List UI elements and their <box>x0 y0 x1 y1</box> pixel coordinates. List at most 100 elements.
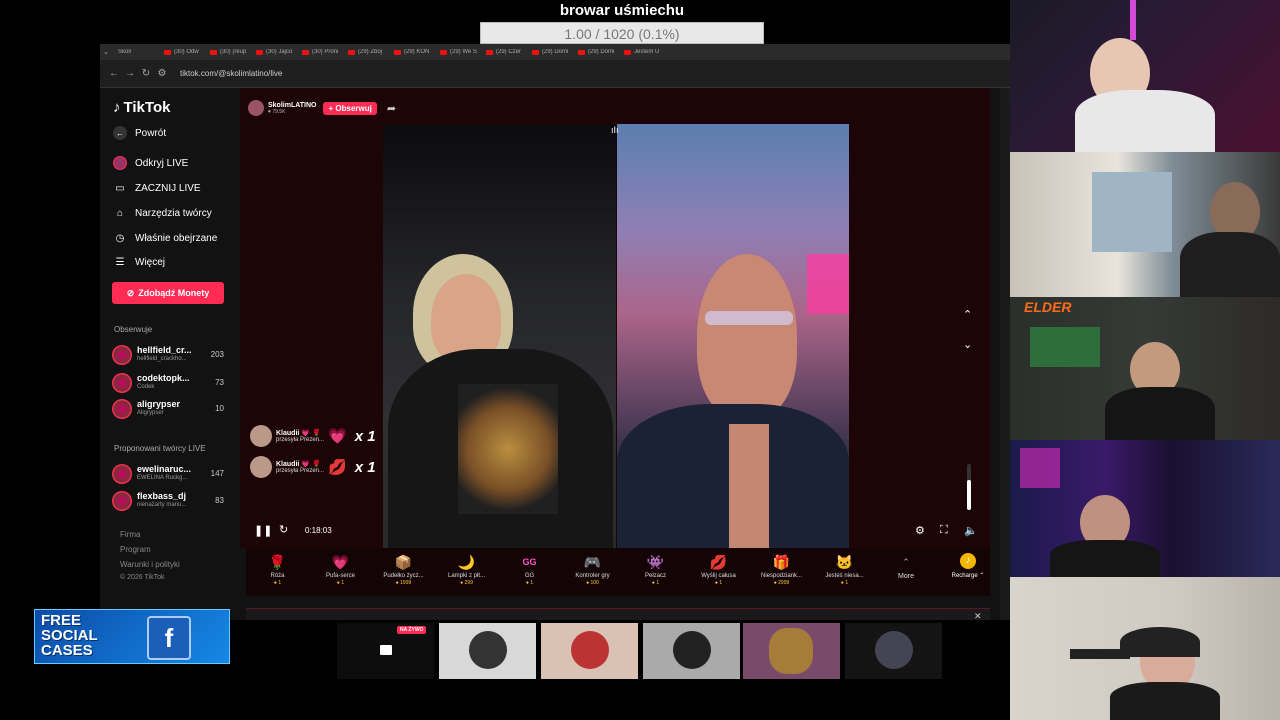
following-account[interactable]: aligrypser Aligrypser 10 <box>112 398 224 420</box>
host-name[interactable]: SkolimLATINO <box>268 102 316 109</box>
host-avatar[interactable] <box>248 100 264 116</box>
webcam-2 <box>1010 152 1280 297</box>
volume-fill <box>967 480 971 510</box>
live-thumb[interactable] <box>743 623 840 679</box>
person-neck <box>729 424 769 548</box>
sidebar-item-creator-tools[interactable]: ⌂ Narzędzia twórcy <box>113 206 212 220</box>
browser-tab[interactable]: (30) Odw <box>158 49 204 55</box>
neon-sign <box>1020 448 1060 488</box>
gift-item[interactable]: GG GG ● 1 <box>498 548 561 586</box>
suggested-title: Proponowani twórcy LIVE <box>114 444 206 453</box>
reload-icon[interactable]: ↻ <box>138 68 154 79</box>
tiktok-logo[interactable]: ♪ TikTok <box>113 99 170 116</box>
live-thumb[interactable] <box>439 623 536 679</box>
avatar <box>469 631 507 669</box>
gift-notification: Klaudii 💗 🌹 przesyła Prezen... 💗 x 1 <box>250 425 376 447</box>
gift-item[interactable]: 💗 Pufa-serce ● 1 <box>309 548 372 586</box>
person-shirt <box>1180 232 1280 297</box>
refresh-icon[interactable]: ↻ <box>279 523 288 536</box>
fullscreen-icon[interactable]: ⛶ <box>940 524 948 537</box>
sidebar-item-recently-watched[interactable]: ◷ Właśnie obejrzane <box>113 231 218 245</box>
browser-tab[interactable]: (29) Domi <box>526 49 572 55</box>
footer-link[interactable]: Program <box>120 545 151 554</box>
close-icon[interactable]: ✕ <box>974 611 982 622</box>
avatar <box>112 464 132 484</box>
sunglasses <box>705 311 793 325</box>
window <box>1092 172 1172 252</box>
person-shirt <box>1105 387 1215 440</box>
footer-link[interactable]: Firma <box>120 530 140 539</box>
browser-tab[interactable]: (29) We S <box>434 49 480 55</box>
audio-wave-icon: ıIı <box>611 125 619 135</box>
browser-tab-bar: ⌄ Skoli (30) Odw (30) (reup (30) Jajco (… <box>100 44 1010 60</box>
elder-logo: ELDER <box>1024 299 1072 315</box>
overlay-progress-bar: 1.00 / 1020 (0.1%) <box>480 22 764 44</box>
forward-arrow-icon[interactable]: → <box>122 68 138 79</box>
live-thumb[interactable] <box>541 623 638 679</box>
sidebar-item-start-live[interactable]: ▭ ZACZNIJ LIVE <box>113 181 200 195</box>
clock-icon: ◷ <box>115 232 125 244</box>
avatar <box>112 399 132 419</box>
sidebar-item-more[interactable]: ☰ Więcej <box>113 255 166 269</box>
settings-icon[interactable]: ⚙ <box>915 524 925 537</box>
share-icon[interactable]: ➦ <box>387 102 396 115</box>
sidebar: ♪ TikTok ← Powrót Odkryj LIVE ▭ ZACZNIJ … <box>100 88 240 620</box>
footer-link[interactable]: Warunki i polityki <box>120 560 180 569</box>
suggested-account[interactable]: ewelinaruc... EWELINA Ruckg... 147 <box>112 463 224 485</box>
coin-icon: ♪ <box>960 553 976 569</box>
sidebar-item-discover-live[interactable]: Odkryj LIVE <box>113 156 188 170</box>
volume-icon[interactable]: 🔈 <box>964 524 978 537</box>
person-face <box>697 254 797 419</box>
video-right[interactable] <box>617 124 849 548</box>
screen-icon <box>380 645 392 655</box>
gift-lips-icon: 💋 <box>328 459 347 476</box>
following-account[interactable]: hellfield_cr... hellfield_crackho... 203 <box>112 344 224 366</box>
free-social-cases-ad[interactable]: FREE SOCIAL CASES f <box>34 609 230 664</box>
back-arrow-icon[interactable]: ← <box>106 68 122 79</box>
microphone <box>1070 649 1130 659</box>
gift-item[interactable]: 🎁 Niespodziank... ● 2999 <box>750 548 813 586</box>
webcam-5 <box>1010 577 1280 720</box>
webcam-3: ELDER <box>1010 297 1280 440</box>
browser-tab[interactable]: (30) (reup <box>204 49 250 55</box>
url-field[interactable]: tiktok.com/@skolimlatino/live <box>180 69 282 78</box>
rgb-light <box>1130 0 1136 40</box>
following-account[interactable]: codektopk... Codek 73 <box>112 372 224 394</box>
more-gifts-button[interactable]: ⌃ More <box>876 548 936 580</box>
video-left[interactable] <box>383 124 616 549</box>
gift-item[interactable]: 🌹 Róża ● 1 <box>246 548 309 586</box>
browser-tab[interactable]: (29) Czer <box>480 49 526 55</box>
browser-tab[interactable]: (29) KON <box>388 49 434 55</box>
gift-bar: 🌹 Róża ● 1 💗 Pufa-serce ● 1 📦 Pudełko życz...… <box>246 548 990 596</box>
browser-tab[interactable]: Jestem U <box>618 49 664 55</box>
gift-item[interactable]: 🎮 Kontroler gry ● 100 <box>561 548 624 586</box>
shirt-print <box>458 384 558 514</box>
browser-tab[interactable]: (30) Jajco <box>250 49 296 55</box>
gift-item[interactable]: 💋 Wyślij całusa ● 1 <box>687 548 750 586</box>
recharge-button[interactable]: ♪ Recharge ⌃ <box>948 553 988 579</box>
gift-item[interactable]: 🐱 Jesteś niesa... ● 1 <box>813 548 876 586</box>
webcam-1 <box>1010 0 1280 152</box>
chevron-up-icon[interactable]: ⌃ <box>963 308 972 321</box>
browser-tab[interactable]: Skoli <box>112 49 158 55</box>
site-info-icon[interactable]: ⚙ <box>154 68 170 79</box>
get-coins-button[interactable]: ⊘ Zdobądź Monety <box>112 282 224 304</box>
back-button[interactable]: ← Powrót <box>113 126 166 140</box>
pause-icon[interactable]: ❚❚ <box>254 524 272 537</box>
live-thumb[interactable] <box>643 623 740 679</box>
gift-item[interactable]: 📦 Pudełko życz... ● 1999 <box>372 548 435 586</box>
tab-menu-icon[interactable]: ⌄ <box>100 48 112 56</box>
suggested-account[interactable]: flexbass_dj nienażarty mariu... 83 <box>112 490 224 512</box>
volume-slider[interactable] <box>967 464 971 510</box>
live-thumb[interactable] <box>845 623 942 679</box>
live-thumb[interactable]: NA ŻYWO <box>337 623 434 679</box>
follow-button[interactable]: + Obserwuj <box>323 101 377 115</box>
chevron-down-icon[interactable]: ⌄ <box>963 338 972 351</box>
menu-icon: ☰ <box>115 256 125 268</box>
avatar <box>571 631 609 669</box>
browser-tab[interactable]: (29) Domi <box>572 49 618 55</box>
browser-tab[interactable]: (30) Proni <box>296 49 342 55</box>
gift-item[interactable]: 🌙 Lampki z płt... ● 299 <box>435 548 498 586</box>
browser-tab[interactable]: (29) Zboj <box>342 49 388 55</box>
gift-item[interactable]: 👾 Pełzacz ● 1 <box>624 548 687 586</box>
